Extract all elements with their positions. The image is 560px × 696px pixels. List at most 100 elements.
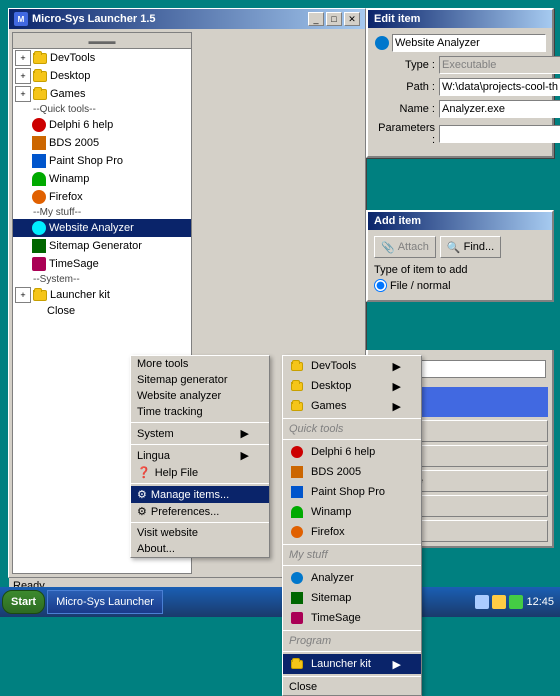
menu-item-help-file[interactable]: ❓ Help File [131,464,269,481]
menu-item-sitemap-gen[interactable]: Sitemap generator [131,372,269,388]
sub-icon-launcherkit [289,656,305,672]
tree-item-bds2005[interactable]: BDS 2005 [13,134,191,152]
sub-item-devtools[interactable]: DevTools ▶ [283,356,421,376]
label-delphi6: Delphi 6 help [49,119,113,131]
label-mystuff: --My stuff-- [33,207,81,218]
menu-item-time-tracking[interactable]: Time tracking [131,404,269,420]
expand-desktop[interactable]: + [15,68,31,84]
tree-item-delphi6[interactable]: Delphi 6 help [13,116,191,134]
tree-item-close[interactable]: Close [13,304,191,318]
sub-item-delphi6[interactable]: Delphi 6 help [283,442,421,462]
taskbar-launcher-label: Micro-Sys Launcher [56,596,154,608]
icon-delphi6 [31,117,47,133]
find-label: Find... [464,241,495,253]
tree-item-sitemap[interactable]: Sitemap Generator [13,237,191,255]
radio-file-normal[interactable] [374,279,387,292]
edit-params-input[interactable] [439,125,560,143]
edit-name-input[interactable] [392,34,546,52]
folder-icon-devtools [32,50,48,66]
sub-item-program-label: Program [283,633,421,649]
expand-games[interactable]: + [15,86,31,102]
attach-label: Attach [398,241,429,253]
radio-file-row: File / normal [374,279,546,292]
icon-paintshop [31,153,47,169]
edit-path-label: Path : [374,81,439,93]
menu-label-lingua: Lingua [137,450,170,462]
folder-icon-desktop [32,68,48,84]
label-sitemap: Sitemap Generator [49,240,142,252]
menu-item-visit-website[interactable]: Visit website [131,525,269,541]
icon-timesage [31,256,47,272]
menu-label-manage-items: Manage items... [151,489,229,501]
arrow-games: ▶ [383,400,401,413]
label-paintshop: Paint Shop Pro [49,155,123,167]
tree-item-devtools[interactable]: + DevTools [13,49,191,67]
arrow-system: ▶ [231,427,249,440]
sub-quicktools-label: Quick tools [289,423,343,435]
tree-item-launcherkit[interactable]: + Launcher kit [13,286,191,304]
sub-label-desktop: Desktop [311,380,351,392]
menu-item-more-tools[interactable]: More tools [131,356,269,372]
sub-sep-2b [283,565,421,566]
menu-item-lingua[interactable]: Lingua ▶ [131,447,269,464]
edit-filename-input[interactable] [439,100,560,118]
arrow-devtools: ▶ [383,360,401,373]
sub-item-games[interactable]: Games ▶ [283,396,421,416]
edit-path-input[interactable] [439,78,560,96]
tree-item-games[interactable]: + Games [13,85,191,103]
tree-item-firefox[interactable]: Firefox [13,188,191,206]
sub-icon-timesage [289,610,305,626]
sub-item-quicktools-label: Quick tools [283,421,421,437]
tree-item-timesage[interactable]: TimeSage [13,255,191,273]
minimize-button[interactable]: _ [308,12,324,26]
tree-item-paintshop[interactable]: Paint Shop Pro [13,152,191,170]
find-button[interactable]: 🔍 Find... [440,236,501,258]
expand-launcherkit[interactable]: + [15,287,31,303]
app-title: Micro-Sys Launcher 1.5 [32,13,156,25]
arrow-lingua: ▶ [231,449,249,462]
menu-item-system[interactable]: System ▶ [131,425,269,442]
tree-separator-quicktools: --Quick tools-- [13,103,191,116]
label-quicktools: --Quick tools-- [33,104,96,115]
sub-sep-2 [283,544,421,545]
menu-item-manage-items[interactable]: ⚙ Manage items... [131,486,269,503]
label-games: Games [50,88,85,100]
edit-path-row: Path : [374,78,546,96]
sub-item-sitemap[interactable]: Sitemap [283,588,421,608]
sub-item-analyzer[interactable]: Analyzer [283,568,421,588]
expand-devtools[interactable]: + [15,50,31,66]
sub-label-close: Close [289,681,317,693]
edit-panel-body: Type : Path : Name : Parameters : [368,28,552,156]
sub-item-desktop[interactable]: Desktop ▶ [283,376,421,396]
context-menu-sub: DevTools ▶ Desktop ▶ Games ▶ Quick tools… [282,355,422,696]
sub-item-close[interactable]: Close [283,679,421,695]
menu-label-about: About... [137,543,175,555]
icon-bds2005 [31,135,47,151]
tree-item-winamp[interactable]: Winamp [13,170,191,188]
taskbar-launcher-item[interactable]: Micro-Sys Launcher [47,590,163,614]
start-button[interactable]: Start [2,590,45,614]
menu-item-website-analyzer[interactable]: Website analyzer [131,388,269,404]
sub-folder-icon-devtools [289,358,305,374]
sub-sep-1b [283,439,421,440]
maximize-button[interactable]: □ [326,12,342,26]
label-system: --System-- [33,274,80,285]
title-bar-text: M Micro-Sys Launcher 1.5 [14,12,156,26]
add-panel-body: 📎 Attach 🔍 Find... Type of item to add F… [368,230,552,300]
close-button[interactable]: ✕ [344,12,360,26]
arrow-launcherkit: ▶ [383,658,401,671]
sub-item-bds2005[interactable]: BDS 2005 [283,462,421,482]
sub-item-launcherkit[interactable]: Launcher kit ▶ [283,654,421,674]
tree-item-webanalyzer[interactable]: Website Analyzer [13,219,191,237]
sub-item-paintshop[interactable]: Paint Shop Pro [283,482,421,502]
tree-item-desktop[interactable]: + Desktop [13,67,191,85]
sub-item-firefox[interactable]: Firefox [283,522,421,542]
help-file-icon: ❓ [137,466,151,479]
sub-mystuff-label: My stuff [289,549,328,561]
attach-button[interactable]: 📎 Attach [374,236,436,258]
menu-item-preferences[interactable]: ⚙ Preferences... [131,503,269,520]
sub-item-timesage[interactable]: TimeSage [283,608,421,628]
sub-item-winamp[interactable]: Winamp [283,502,421,522]
menu-item-about[interactable]: About... [131,541,269,557]
sub-sep-3 [283,630,421,631]
